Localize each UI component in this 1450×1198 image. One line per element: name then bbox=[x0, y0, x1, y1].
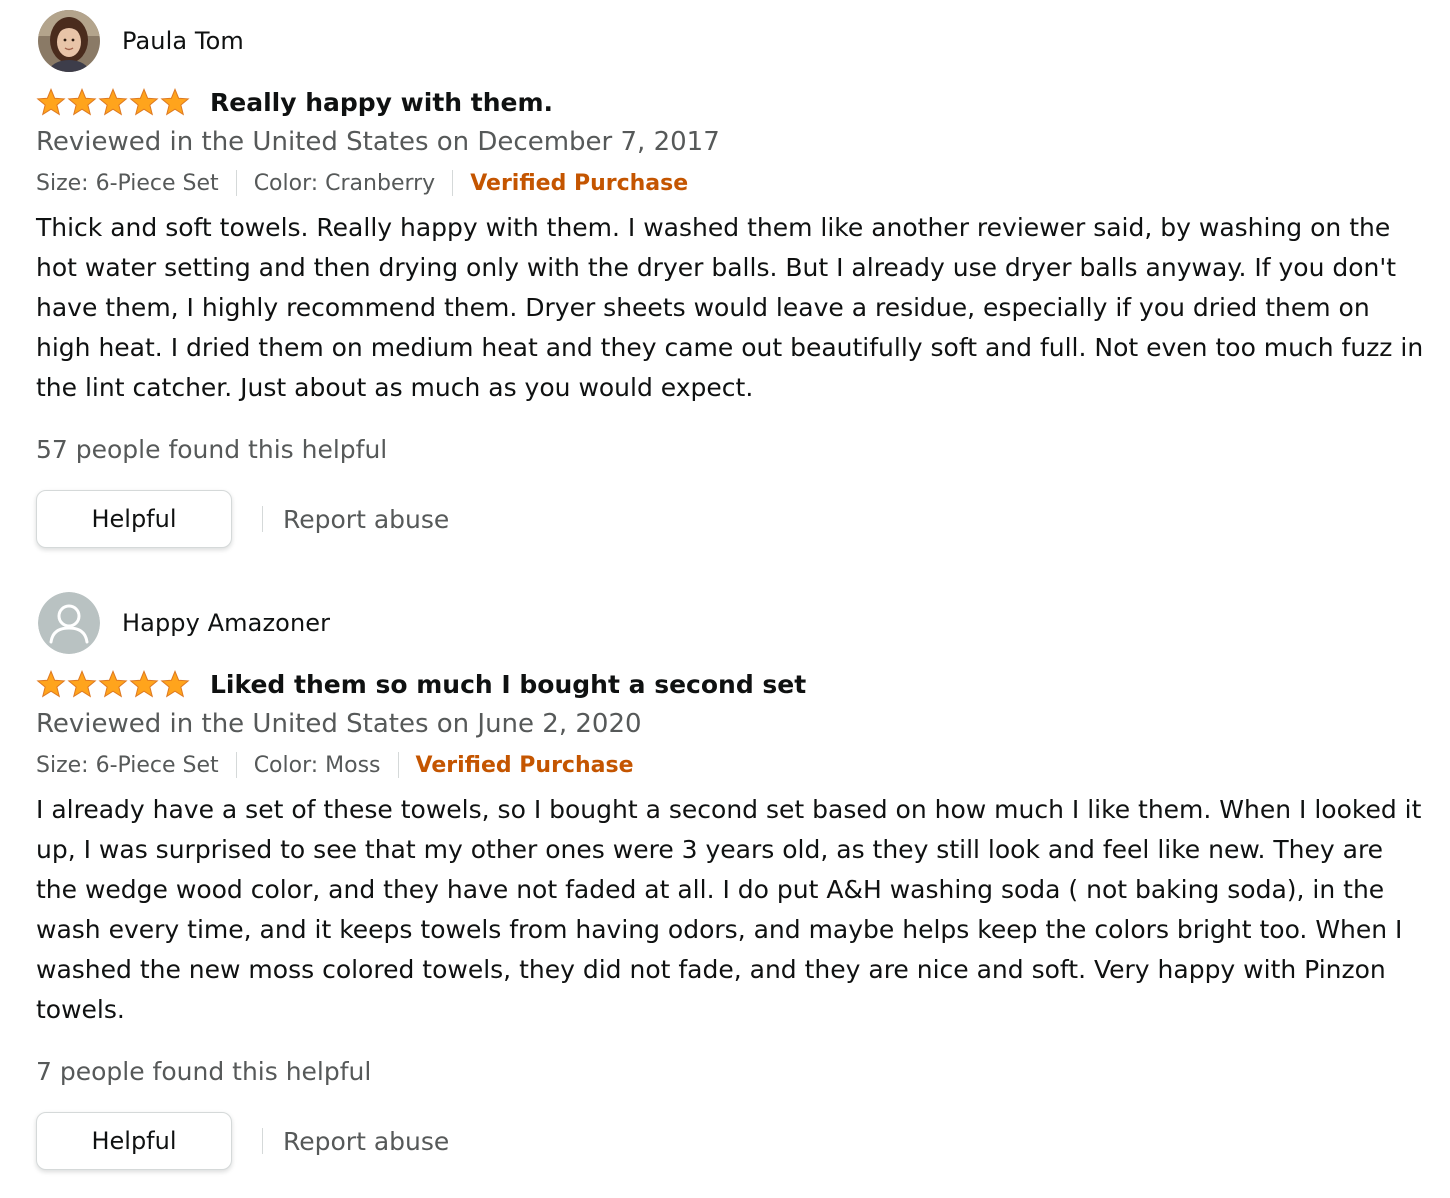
review-card: Happy Amazoner Liked them so much I boug… bbox=[36, 592, 1426, 1172]
user-photo-icon bbox=[38, 10, 100, 72]
review-title[interactable]: Liked them so much I bought a second set bbox=[210, 670, 806, 699]
avatar[interactable] bbox=[38, 10, 100, 72]
divider bbox=[397, 752, 399, 778]
color-label[interactable]: Color: Moss bbox=[254, 753, 381, 778]
review-date: Reviewed in the United States on Decembe… bbox=[36, 127, 720, 157]
review-title[interactable]: Really happy with them. bbox=[210, 88, 553, 117]
profile-name[interactable]: Paula Tom bbox=[122, 27, 244, 55]
star-rating[interactable] bbox=[36, 669, 190, 699]
size-label[interactable]: Size: 6-Piece Set bbox=[36, 753, 219, 778]
star-icon bbox=[36, 87, 66, 115]
star-icon bbox=[98, 87, 128, 115]
avatar[interactable] bbox=[38, 592, 100, 654]
star-icon bbox=[67, 87, 97, 115]
report-abuse-link[interactable]: Report abuse bbox=[283, 505, 449, 534]
review-title-row: Liked them so much I bought a second set bbox=[36, 664, 1426, 704]
star-icon bbox=[129, 669, 159, 697]
star-icon bbox=[36, 669, 66, 697]
verified-purchase-badge[interactable]: Verified Purchase bbox=[416, 753, 634, 778]
verified-purchase-badge[interactable]: Verified Purchase bbox=[470, 171, 688, 196]
report-abuse-link[interactable]: Report abuse bbox=[283, 1127, 449, 1156]
reviewer-profile[interactable]: Happy Amazoner bbox=[36, 592, 1426, 654]
star-icon bbox=[67, 669, 97, 697]
reviewer-profile[interactable]: Paula Tom bbox=[36, 10, 1426, 72]
review-actions: Helpful Report abuse bbox=[36, 488, 1426, 550]
review-title-row: Really happy with them. bbox=[36, 82, 1426, 122]
divider bbox=[235, 170, 237, 196]
divider bbox=[235, 752, 237, 778]
helpful-button[interactable]: Helpful bbox=[36, 490, 232, 548]
review-format-strip: Size: 6-Piece Set Color: Moss Verified P… bbox=[36, 744, 1426, 786]
star-icon bbox=[129, 87, 159, 115]
star-icon bbox=[160, 87, 190, 115]
color-label[interactable]: Color: Cranberry bbox=[254, 171, 436, 196]
review-date: Reviewed in the United States on June 2,… bbox=[36, 709, 642, 739]
helpful-button[interactable]: Helpful bbox=[36, 1112, 232, 1170]
star-icon bbox=[98, 669, 128, 697]
review-body: Thick and soft towels. Really happy with… bbox=[36, 213, 1424, 402]
size-label[interactable]: Size: 6-Piece Set bbox=[36, 171, 219, 196]
helpful-count: 57 people found this helpful bbox=[36, 435, 388, 464]
review-card: Paula Tom Really happy with them. Review… bbox=[36, 10, 1426, 550]
default-user-icon bbox=[38, 592, 100, 654]
helpful-count: 7 people found this helpful bbox=[36, 1057, 372, 1086]
divider bbox=[452, 170, 454, 196]
divider bbox=[262, 506, 263, 532]
review-actions: Helpful Report abuse bbox=[36, 1110, 1426, 1172]
profile-name[interactable]: Happy Amazoner bbox=[122, 609, 330, 637]
review-body: I already have a set of these towels, so… bbox=[36, 795, 1422, 1024]
star-rating[interactable] bbox=[36, 87, 190, 117]
review-format-strip: Size: 6-Piece Set Color: Cranberry Verif… bbox=[36, 162, 1426, 204]
star-icon bbox=[160, 669, 190, 697]
divider bbox=[262, 1128, 263, 1154]
